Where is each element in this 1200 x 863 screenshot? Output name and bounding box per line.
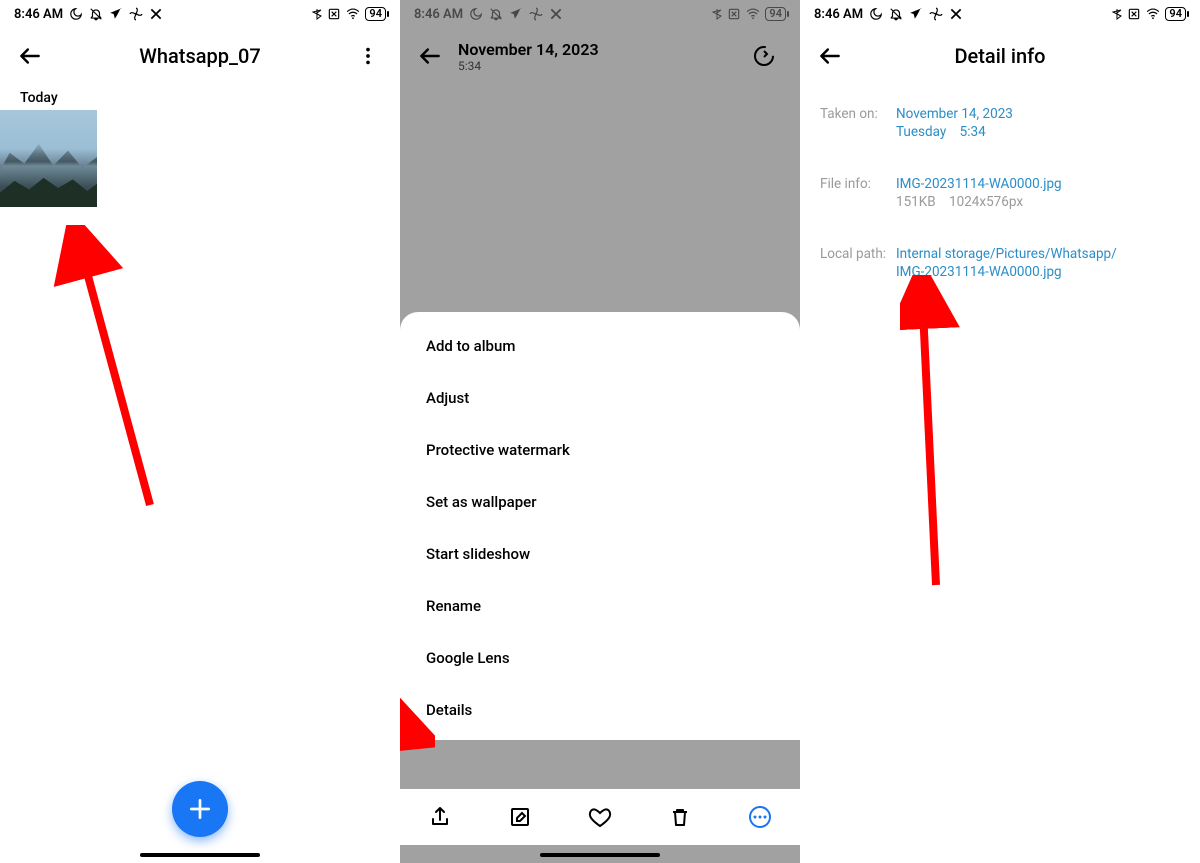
- album-title: Whatsapp_07: [0, 44, 400, 68]
- dnd-icon: [89, 7, 103, 21]
- no-sim-icon: [727, 7, 741, 21]
- photo-header-time: 5:34: [458, 59, 599, 73]
- fan-icon: [929, 7, 943, 21]
- menu-add-to-album[interactable]: Add to album: [400, 320, 800, 372]
- detail-row-taken-on: Taken on: November 14, 2023 Tuesday 5:34: [820, 106, 1180, 140]
- local-path-label: Local path:: [820, 246, 896, 280]
- status-time: 8:46 AM: [14, 7, 63, 22]
- detail-title: Detail info: [800, 44, 1200, 68]
- no-sim-icon: [327, 7, 341, 21]
- share-button[interactable]: [416, 793, 464, 841]
- status-time: 8:46 AM: [814, 7, 863, 22]
- local-path-l1: Internal storage/Pictures/Whatsapp/: [896, 246, 1180, 262]
- moon-icon: [869, 7, 883, 21]
- status-time: 8:46 AM: [414, 7, 463, 22]
- annotation-arrow-1: [50, 225, 170, 515]
- moon-icon: [469, 7, 483, 21]
- dnd-icon: [489, 7, 503, 21]
- battery-icon: 94: [365, 7, 386, 21]
- telegram-icon: [509, 7, 523, 21]
- status-bar: 8:46 AM 94: [800, 0, 1200, 28]
- local-path-l2: IMG-20231114-WA0000.jpg: [896, 264, 1180, 280]
- edit-button[interactable]: [496, 793, 544, 841]
- wifi-icon: [745, 7, 761, 21]
- x-icon: [949, 7, 963, 21]
- panel-detail-info: 8:46 AM 94 Detail info Taken on:: [800, 0, 1200, 863]
- more-menu-button[interactable]: [344, 28, 392, 84]
- section-today-label: Today: [0, 84, 400, 110]
- sync-button[interactable]: [740, 28, 788, 84]
- menu-set-as-wallpaper[interactable]: Set as wallpaper: [400, 476, 800, 528]
- photo-toolbar: [400, 789, 800, 845]
- favorite-button[interactable]: [576, 793, 624, 841]
- photo-thumbnail[interactable]: [0, 110, 97, 207]
- photo-area[interactable]: [400, 84, 800, 312]
- menu-details[interactable]: Details: [400, 684, 800, 736]
- photo-header-date: November 14, 2023: [458, 40, 599, 59]
- taken-on-date: November 14, 2023: [896, 106, 1180, 122]
- status-bar: 8:46 AM 94: [0, 0, 400, 28]
- detail-row-local-path: Local path: Internal storage/Pictures/Wh…: [820, 246, 1180, 280]
- no-sim-icon: [1127, 7, 1141, 21]
- telegram-icon: [109, 7, 123, 21]
- wifi-icon: [345, 7, 361, 21]
- nav-handle[interactable]: [540, 853, 660, 857]
- nav-handle[interactable]: [140, 853, 260, 857]
- moon-icon: [69, 7, 83, 21]
- back-button[interactable]: [406, 32, 454, 80]
- detail-title-bar: Detail info: [800, 28, 1200, 84]
- bluetooth-icon: [1111, 7, 1123, 21]
- menu-google-lens[interactable]: Google Lens: [400, 632, 800, 684]
- battery-icon: 94: [1165, 7, 1186, 21]
- wifi-icon: [1145, 7, 1161, 21]
- delete-button[interactable]: [656, 793, 704, 841]
- telegram-icon: [909, 7, 923, 21]
- taken-on-label: Taken on:: [820, 106, 896, 140]
- panel-photo-viewer: 8:46 AM 94 November 14, 2023 5:34: [400, 0, 800, 863]
- dnd-icon: [889, 7, 903, 21]
- back-button[interactable]: [6, 32, 54, 80]
- x-icon: [149, 7, 163, 21]
- detail-info-list: Taken on: November 14, 2023 Tuesday 5:34…: [800, 84, 1200, 338]
- detail-row-file-info: File info: IMG-20231114-WA0000.jpg 151KB…: [820, 176, 1180, 210]
- menu-adjust[interactable]: Adjust: [400, 372, 800, 424]
- bluetooth-icon: [711, 7, 723, 21]
- fan-icon: [529, 7, 543, 21]
- file-info-label: File info:: [820, 176, 896, 210]
- menu-protective-watermark[interactable]: Protective watermark: [400, 424, 800, 476]
- bluetooth-icon: [311, 7, 323, 21]
- battery-icon: 94: [765, 7, 786, 21]
- panel-gallery-album: 8:46 AM 94 Whatsapp_07 Tod: [0, 0, 400, 863]
- add-fab[interactable]: [172, 781, 228, 837]
- menu-rename[interactable]: Rename: [400, 580, 800, 632]
- fan-icon: [129, 7, 143, 21]
- back-button[interactable]: [806, 32, 854, 80]
- more-button[interactable]: [736, 793, 784, 841]
- taken-on-sub: Tuesday 5:34: [896, 124, 1180, 140]
- album-title-bar: Whatsapp_07: [0, 28, 400, 84]
- status-bar: 8:46 AM 94: [400, 0, 800, 28]
- photo-header: November 14, 2023 5:34: [400, 28, 800, 84]
- menu-start-slideshow[interactable]: Start slideshow: [400, 528, 800, 580]
- bottom-sheet-menu: Add to album Adjust Protective watermark…: [400, 312, 800, 740]
- file-info-name: IMG-20231114-WA0000.jpg: [896, 176, 1180, 192]
- x-icon: [549, 7, 563, 21]
- file-info-sub: 151KB 1024x576px: [896, 194, 1180, 210]
